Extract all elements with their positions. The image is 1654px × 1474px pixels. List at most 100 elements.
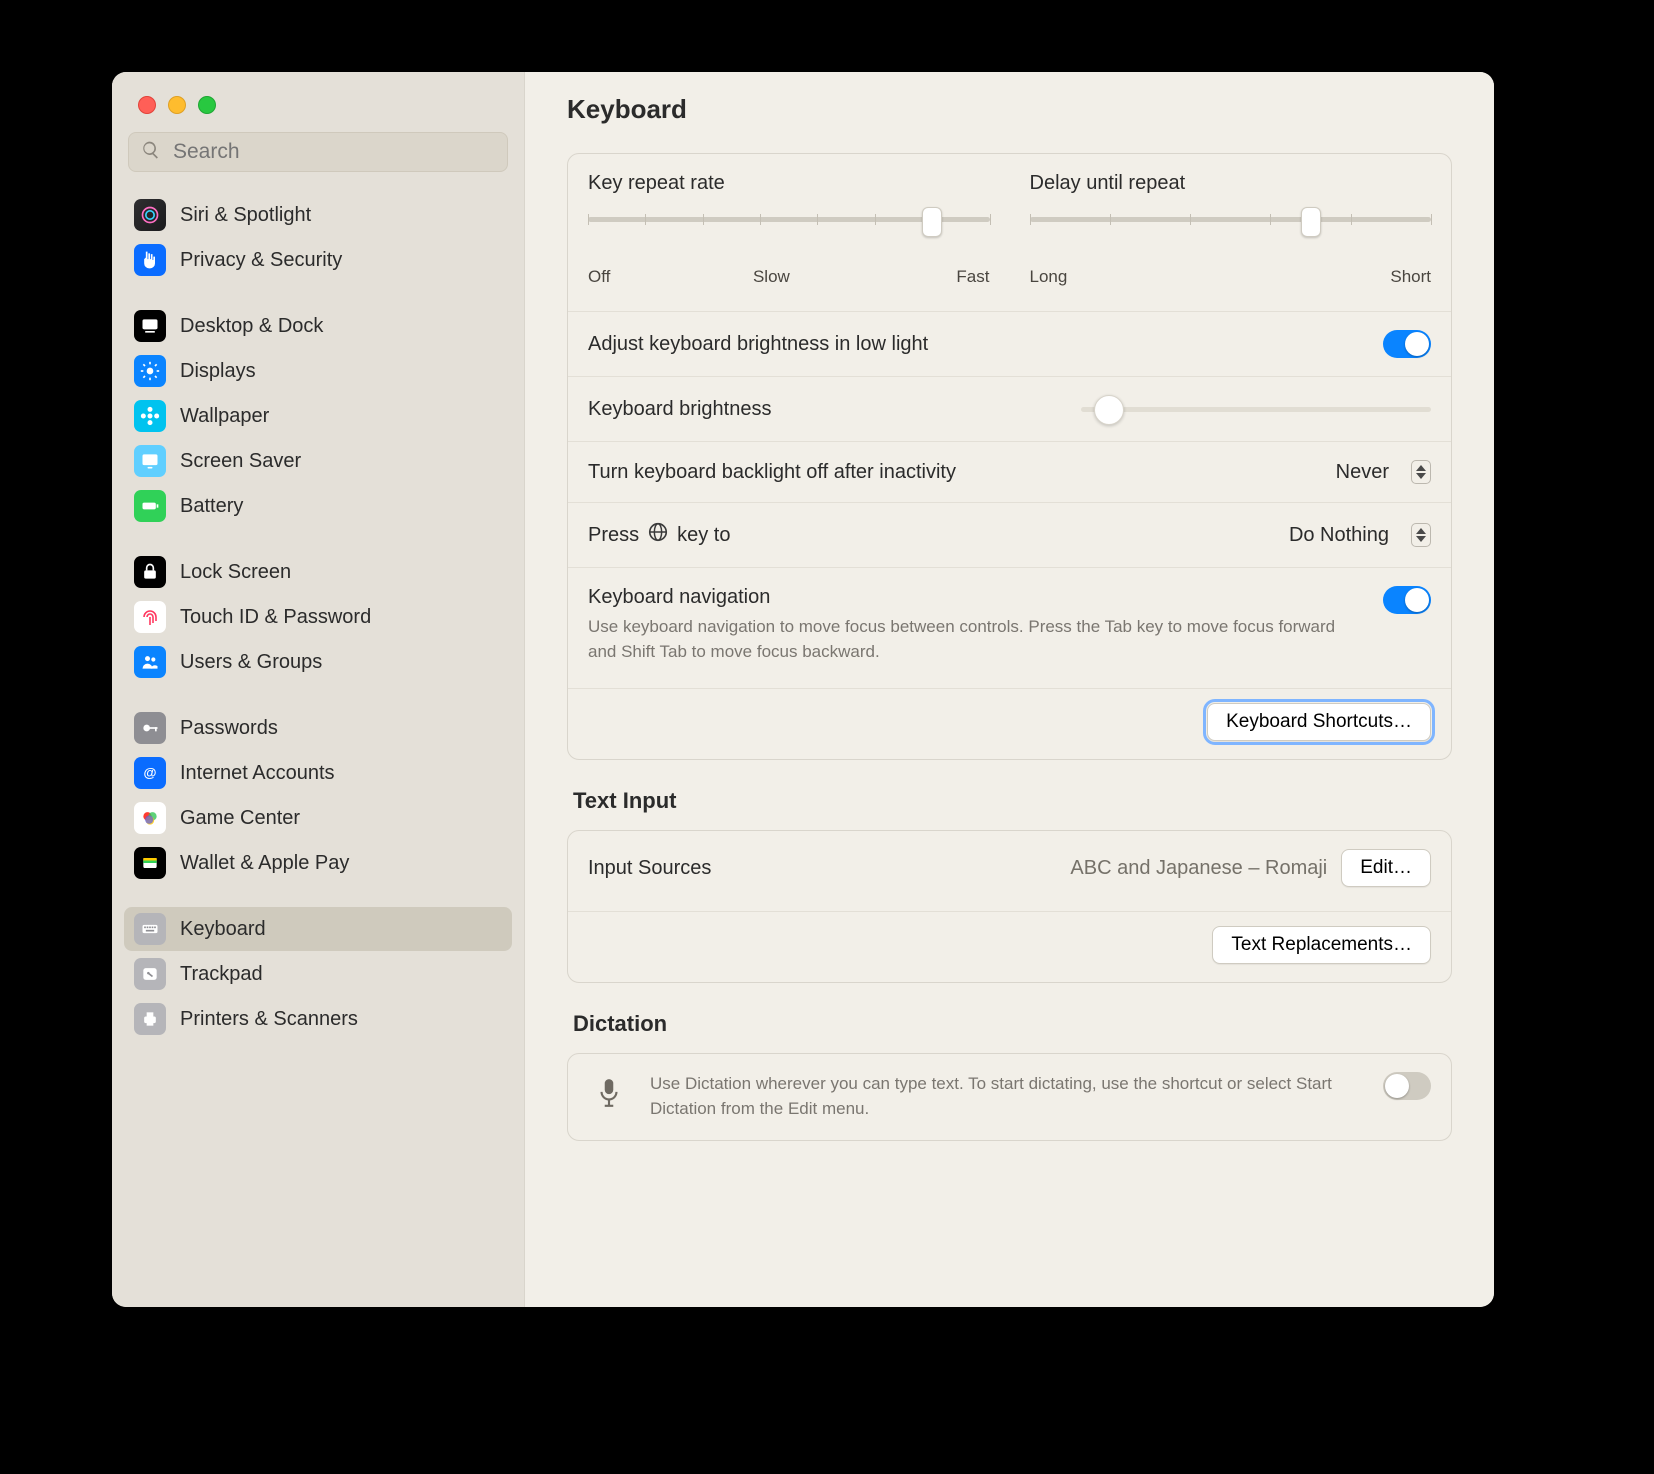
sidebar-item-label: Displays — [180, 360, 256, 383]
row-label: Adjust keyboard brightness in low light — [588, 333, 928, 356]
sidebar-item-label: Internet Accounts — [180, 762, 335, 785]
close-window-button[interactable] — [138, 96, 156, 114]
sidebar-item-label: Screen Saver — [180, 450, 301, 473]
sidebar-item-displays[interactable]: Displays — [124, 349, 512, 393]
key-repeat-slider[interactable] — [588, 213, 990, 253]
slider-label-slow: Slow — [753, 267, 790, 287]
backlight-off-select[interactable]: Never — [1336, 460, 1431, 484]
delay-repeat-slider[interactable] — [1030, 213, 1432, 253]
sidebar-item-label: Printers & Scanners — [180, 1008, 358, 1031]
at-icon: @ — [134, 757, 166, 789]
select-value: Never — [1336, 461, 1389, 484]
sun-icon — [134, 355, 166, 387]
row-label: Input Sources — [588, 857, 711, 880]
microphone-icon — [588, 1072, 630, 1114]
sidebar-item-label: Privacy & Security — [180, 249, 342, 272]
sidebar-item-users[interactable]: Users & Groups — [124, 640, 512, 684]
keyboard-settings-card: Key repeat rate Off Slow Fast — [567, 153, 1452, 760]
globe-key-select[interactable]: Do Nothing — [1289, 523, 1431, 547]
backlight-off-row: Turn keyboard backlight off after inacti… — [568, 441, 1451, 502]
sidebar-item-wallet[interactable]: Wallet & Apple Pay — [124, 841, 512, 885]
text-replacements-button[interactable]: Text Replacements… — [1212, 926, 1431, 964]
stepper-icon — [1411, 460, 1431, 484]
slider-label-off: Off — [588, 267, 610, 287]
sidebar-item-internet[interactable]: @ Internet Accounts — [124, 751, 512, 795]
sidebar-item-privacy[interactable]: Privacy & Security — [124, 238, 512, 282]
row-description: Use keyboard navigation to move focus be… — [588, 615, 1363, 664]
sidebar-item-lock-screen[interactable]: Lock Screen — [124, 550, 512, 594]
row-label: Keyboard brightness — [588, 398, 771, 421]
search-input[interactable] — [171, 139, 495, 165]
window-controls — [112, 86, 524, 124]
select-value: Do Nothing — [1289, 524, 1389, 547]
search-field[interactable] — [128, 132, 508, 172]
settings-window: Siri & Spotlight Privacy & Security Desk… — [112, 72, 1494, 1307]
minimize-window-button[interactable] — [168, 96, 186, 114]
sidebar-item-label: Touch ID & Password — [180, 606, 371, 629]
auto-brightness-row: Adjust keyboard brightness in low light — [568, 311, 1451, 376]
lock-icon — [134, 556, 166, 588]
keyboard-brightness-slider[interactable] — [1081, 395, 1431, 423]
siri-icon — [134, 199, 166, 231]
page-title: Keyboard — [525, 72, 1494, 137]
input-sources-row: Input Sources ABC and Japanese – Romaji … — [568, 831, 1451, 905]
desktop-icon — [134, 310, 166, 342]
sidebar-item-label: Desktop & Dock — [180, 315, 323, 338]
hand-icon — [134, 244, 166, 276]
screensaver-icon — [134, 445, 166, 477]
zoom-window-button[interactable] — [198, 96, 216, 114]
sidebar-item-touchid[interactable]: Touch ID & Password — [124, 595, 512, 639]
svg-text:@: @ — [144, 765, 157, 780]
globe-key-row: Press key to Do Nothing — [568, 502, 1451, 567]
sidebar-item-label: Trackpad — [180, 963, 263, 986]
delay-repeat-column: Delay until repeat Long Short — [1030, 172, 1432, 287]
keyboard-navigation-row: Keyboard navigation Use keyboard navigat… — [568, 567, 1451, 682]
sidebar-item-label: Wallet & Apple Pay — [180, 852, 349, 875]
delay-repeat-title: Delay until repeat — [1030, 172, 1432, 195]
sidebar-item-keyboard[interactable]: Keyboard — [124, 907, 512, 951]
dictation-toggle[interactable] — [1383, 1072, 1431, 1100]
slider-label-long: Long — [1030, 267, 1068, 287]
sidebar-item-label: Keyboard — [180, 918, 266, 941]
sidebar-item-label: Siri & Spotlight — [180, 204, 311, 227]
sidebar: Siri & Spotlight Privacy & Security Desk… — [112, 72, 525, 1307]
slider-label-short: Short — [1390, 267, 1431, 287]
globe-icon — [647, 521, 669, 549]
sidebar-item-screensaver[interactable]: Screen Saver — [124, 439, 512, 483]
content-pane: Keyboard Key repeat rate Off — [525, 72, 1494, 1307]
input-sources-value: ABC and Japanese – Romaji — [1070, 857, 1327, 880]
keyboard-navigation-toggle[interactable] — [1383, 586, 1431, 614]
search-icon — [141, 140, 161, 165]
text-input-section-title: Text Input — [573, 788, 1452, 814]
sidebar-item-desktop[interactable]: Desktop & Dock — [124, 304, 512, 348]
flower-icon — [134, 400, 166, 432]
wallet-icon — [134, 847, 166, 879]
sidebar-item-trackpad[interactable]: Trackpad — [124, 952, 512, 996]
sidebar-item-passwords[interactable]: Passwords — [124, 706, 512, 750]
printer-icon — [134, 1003, 166, 1035]
row-label: Turn keyboard backlight off after inacti… — [588, 461, 956, 484]
row-label: Press key to — [588, 521, 730, 549]
sidebar-item-battery[interactable]: Battery — [124, 484, 512, 528]
key-icon — [134, 712, 166, 744]
slider-label-fast: Fast — [956, 267, 989, 287]
auto-brightness-toggle[interactable] — [1383, 330, 1431, 358]
trackpad-icon — [134, 958, 166, 990]
sidebar-item-wallpaper[interactable]: Wallpaper — [124, 394, 512, 438]
sidebar-item-printers[interactable]: Printers & Scanners — [124, 997, 512, 1041]
sidebar-item-siri[interactable]: Siri & Spotlight — [124, 193, 512, 237]
sidebar-item-label: Wallpaper — [180, 405, 269, 428]
sidebar-item-label: Passwords — [180, 717, 278, 740]
input-sources-edit-button[interactable]: Edit… — [1341, 849, 1431, 887]
sidebar-item-gamecenter[interactable]: Game Center — [124, 796, 512, 840]
battery-icon — [134, 490, 166, 522]
brightness-row: Keyboard brightness — [568, 376, 1451, 441]
dictation-card: Use Dictation wherever you can type text… — [567, 1053, 1452, 1140]
users-icon — [134, 646, 166, 678]
keyboard-shortcuts-button[interactable]: Keyboard Shortcuts… — [1207, 703, 1431, 741]
sidebar-item-label: Battery — [180, 495, 243, 518]
text-input-card: Input Sources ABC and Japanese – Romaji … — [567, 830, 1452, 983]
sidebar-item-label: Lock Screen — [180, 561, 291, 584]
stepper-icon — [1411, 523, 1431, 547]
sidebar-item-label: Users & Groups — [180, 651, 322, 674]
